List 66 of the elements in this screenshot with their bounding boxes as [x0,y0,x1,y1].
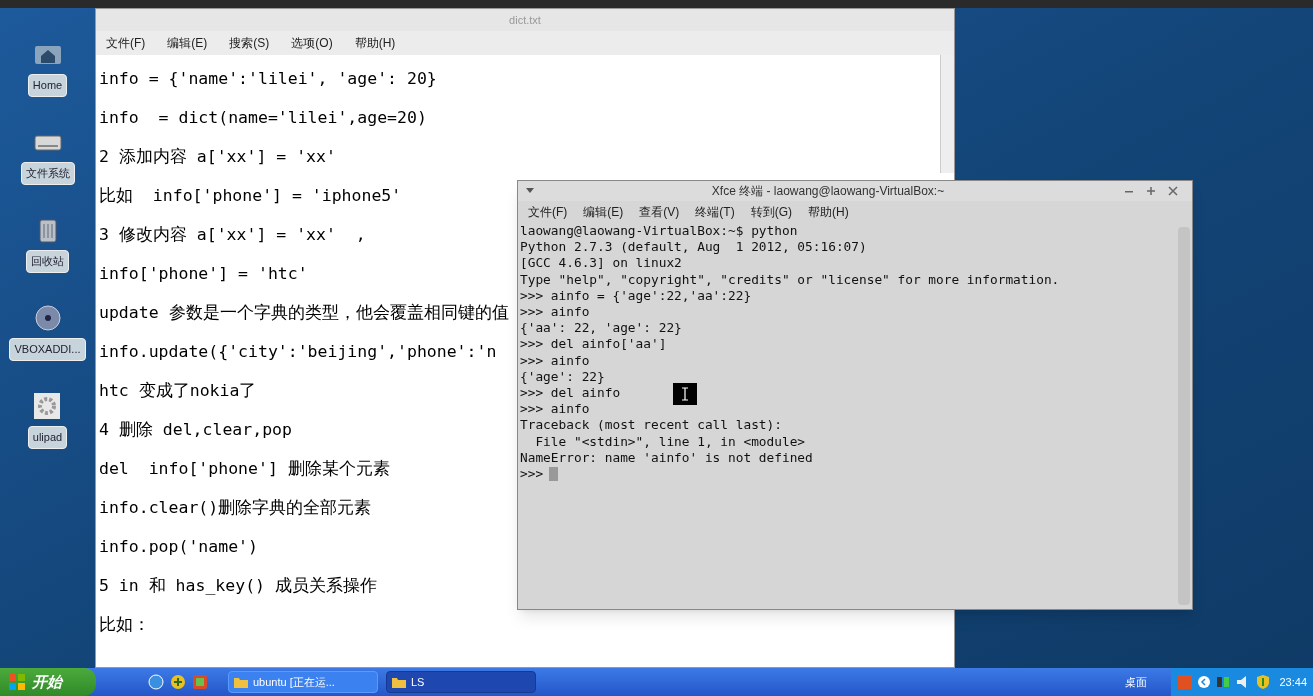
icon-label[interactable]: Home [27,74,68,97]
menu-item[interactable]: 编辑(E) [167,34,208,52]
terminal-line: [GCC 4.6.3] on linux2 [520,255,682,272]
menu-item[interactable]: 选项(O) [291,34,333,52]
terminal-line: Type "help", "copyright", "credits" or "license" for more information. [520,271,1060,288]
terminal-line: >>> ainfo [520,352,590,369]
shield-icon[interactable] [1255,674,1272,690]
terminal-line: >>> ainfo = {'age':22,'aa':22} [520,287,752,304]
window-menu-icon[interactable] [526,188,534,194]
terminal-line: >>> del ainfo [520,385,621,402]
text-line: update 参数是一个字典的类型，他会覆盖相同键的值 [99,302,509,324]
icon-label[interactable]: 文件系统 [20,162,75,185]
window-title: Xfce 终端 - laowang@laowang-VirtualBox:~ [710,183,946,200]
terminal-line: >>> ainfo [520,304,590,321]
terminal-line: {'age': 22} [520,368,605,386]
icon-label[interactable]: ulipad [27,426,68,449]
menu-item[interactable]: 文件(F) [528,203,568,221]
text-line: del info['phone'] 删除某个元素 [99,458,390,480]
menu-item[interactable]: 编辑(E) [583,203,624,221]
icon-label[interactable]: VBOXADDI... [9,338,86,361]
start-button[interactable]: 开始 [0,668,96,696]
icon-label[interactable]: 回收站 [26,250,69,273]
scrollbar[interactable] [940,55,954,173]
text-line: info = dict(name='lilei',age=20) [99,107,427,129]
terminal-line: File "<stdin>", line 1, in <module> [534,433,806,450]
clock: 23:44 [1279,674,1307,690]
text-line: info = {'name':'lilei', 'age': 20} [99,68,437,90]
text-line: info['phone'] = 'htc' [99,263,308,285]
close-icon[interactable] [1168,186,1178,196]
text-line: info.pop('name') [99,536,258,558]
menu-item[interactable]: 查看(V) [639,203,680,221]
text-cursor-icon [673,383,697,405]
folder-icon [234,676,248,688]
prompt: >>> [520,466,544,483]
maximize-icon[interactable] [1146,186,1156,196]
terminal-line: {'aa': 22, 'age': 22} [520,320,682,337]
windows-logo-icon [8,673,26,691]
window-title: dict.txt [509,12,541,28]
text-line: 4 删除 del,clear,pop [99,419,292,441]
terminal-cursor [549,467,559,482]
text-line: 5 in 和 has_key() 成员关系操作 [99,575,377,597]
text-line: htc 变成了nokia了 [99,380,257,402]
taskbar-button[interactable]: LS [386,671,536,693]
text-line: 2 添加内容 a['xx'] = 'xx' [99,146,336,168]
terminal-line: Python 2.7.3 (default, Aug 1 2012, 05:16:07) [520,239,867,256]
terminal-line: Traceback (most recent call last): [520,417,782,434]
text-line: 比如： [99,614,150,636]
terminal-line: NameError: name 'ainfo' is not defined [520,449,813,467]
menu-item[interactable]: 文件(F) [106,34,146,52]
menu-item[interactable]: 搜索(S) [229,34,270,52]
text-line: info.update({'city':'beijing','phone':'n [99,341,497,363]
app-icon[interactable] [192,674,208,690]
plus-icon[interactable] [170,674,186,690]
text-line: 3 修改内容 a['xx'] = 'xx' , [99,224,366,246]
terminal-line: >>> del ainfo['aa'] [520,336,667,353]
menu-item[interactable]: 帮助(H) [354,34,396,52]
menu-item[interactable]: 终端(T) [695,203,735,221]
terminal-line: >>> ainfo [520,401,590,418]
tray-label: 桌面 [1125,674,1148,690]
taskbar-button[interactable]: ubuntu [正在运... [228,671,378,693]
text-line: 比如 info['phone'] = 'iphone5' [99,185,402,207]
text-line: info.clear()删除字典的全部元素 [99,497,372,519]
folder-icon [392,676,406,688]
menu-item[interactable]: 帮助(H) [808,203,849,221]
terminal-line: laowang@laowang-VirtualBox:~$ python [520,223,798,240]
menu-item[interactable]: 转到(G) [750,203,792,221]
